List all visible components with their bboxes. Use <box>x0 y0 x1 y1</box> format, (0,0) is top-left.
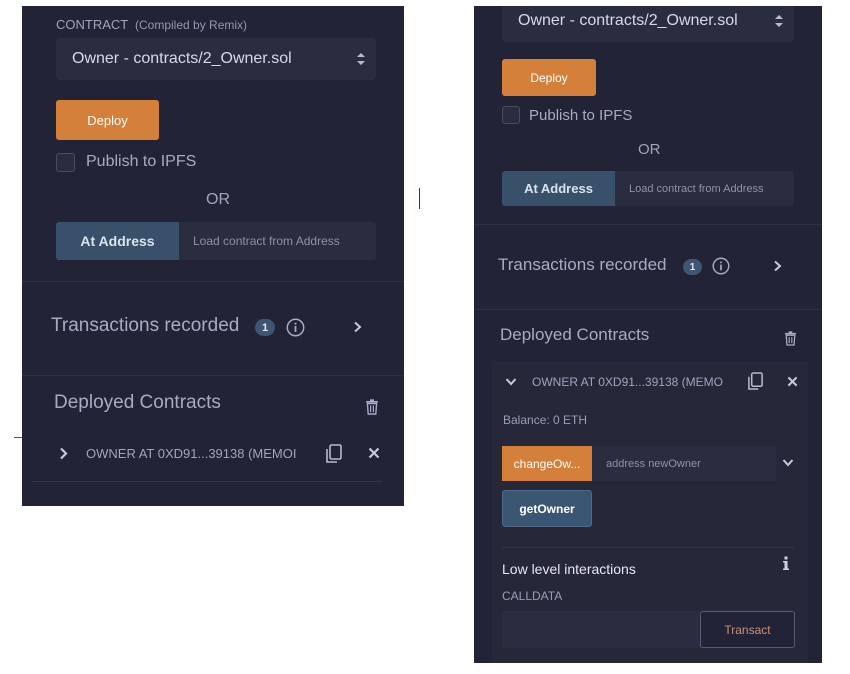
chevron-right-icon[interactable] <box>59 447 68 460</box>
or-label: OR <box>638 141 661 158</box>
load-address-input[interactable]: Load contract from Address <box>615 171 794 206</box>
deploy-button[interactable]: Deploy <box>56 100 159 140</box>
divider <box>14 437 22 438</box>
divider <box>502 547 794 548</box>
divider <box>32 481 382 482</box>
chevron-right-icon[interactable] <box>353 321 362 333</box>
transactions-count-badge: 1 <box>255 319 275 336</box>
left-panel: CONTRACT (Compiled by Remix) Owner - con… <box>22 6 404 506</box>
load-address-placeholder: Load contract from Address <box>629 182 764 195</box>
contract-select[interactable]: Owner - contracts/2_Owner.sol <box>502 6 794 42</box>
copy-icon[interactable] <box>325 444 343 464</box>
at-address-button[interactable]: At Address <box>502 171 615 206</box>
divider <box>474 224 822 225</box>
new-owner-placeholder: address newOwner <box>606 457 701 470</box>
publish-ipfs-label: Publish to IPFS <box>86 153 197 170</box>
contract-select-value: Owner - contracts/2_Owner.sol <box>72 50 292 67</box>
deployed-contract-name: OWNER AT 0XD91...39138 (MEMO <box>532 375 723 389</box>
transactions-recorded-title: Transactions recorded <box>498 255 667 274</box>
contract-label: CONTRACT <box>56 17 129 32</box>
publish-ipfs-label: Publish to IPFS <box>529 107 633 124</box>
publish-ipfs-checkbox[interactable] <box>56 153 75 172</box>
divider <box>474 309 822 310</box>
deployed-contracts-title: Deployed Contracts <box>54 392 221 413</box>
divider <box>22 375 404 376</box>
info-icon[interactable] <box>286 318 305 337</box>
get-owner-button[interactable]: getOwner <box>502 490 592 527</box>
compiled-note: (Compiled by Remix) <box>135 18 248 32</box>
calldata-label: CALLDATA <box>502 589 563 603</box>
transactions-count-badge: 1 <box>683 259 702 275</box>
deployed-contracts-title: Deployed Contracts <box>500 325 650 344</box>
chevron-down-icon[interactable] <box>782 458 794 467</box>
contract-select[interactable]: Owner - contracts/2_Owner.sol <box>56 38 376 80</box>
deployed-contract-name: OWNER AT 0XD91...39138 (MEMOI <box>86 446 297 461</box>
info-icon[interactable] <box>712 257 730 275</box>
balance-label: Balance: 0 ETH <box>503 413 588 427</box>
deploy-button[interactable]: Deploy <box>502 59 596 96</box>
load-address-placeholder: Load contract from Address <box>193 234 340 248</box>
transactions-recorded-title: Transactions recorded <box>51 315 240 336</box>
select-arrows-icon <box>356 51 366 67</box>
info-icon[interactable] <box>782 556 790 571</box>
contract-select-value: Owner - contracts/2_Owner.sol <box>518 12 738 29</box>
new-owner-input[interactable]: address newOwner <box>592 446 776 481</box>
chevron-down-icon[interactable] <box>505 377 517 386</box>
chevron-right-icon[interactable] <box>773 260 782 272</box>
publish-ipfs-checkbox[interactable] <box>502 106 520 124</box>
trash-icon[interactable] <box>784 331 797 346</box>
transact-button[interactable]: Transact <box>700 611 795 648</box>
load-address-input[interactable]: Load contract from Address <box>179 222 376 260</box>
or-label: OR <box>206 191 230 208</box>
divider <box>22 281 404 282</box>
text-cursor <box>419 188 420 209</box>
at-address-button[interactable]: At Address <box>56 222 179 260</box>
right-panel: Owner - contracts/2_Owner.sol Deploy Pub… <box>474 6 822 663</box>
change-owner-button[interactable]: changeOw... <box>502 446 592 481</box>
select-arrows-icon <box>774 13 784 29</box>
close-icon[interactable] <box>787 376 798 387</box>
close-icon[interactable] <box>368 447 380 459</box>
copy-icon[interactable] <box>747 372 764 391</box>
low-level-interactions-title: Low level interactions <box>502 561 636 577</box>
trash-icon[interactable] <box>365 399 379 415</box>
